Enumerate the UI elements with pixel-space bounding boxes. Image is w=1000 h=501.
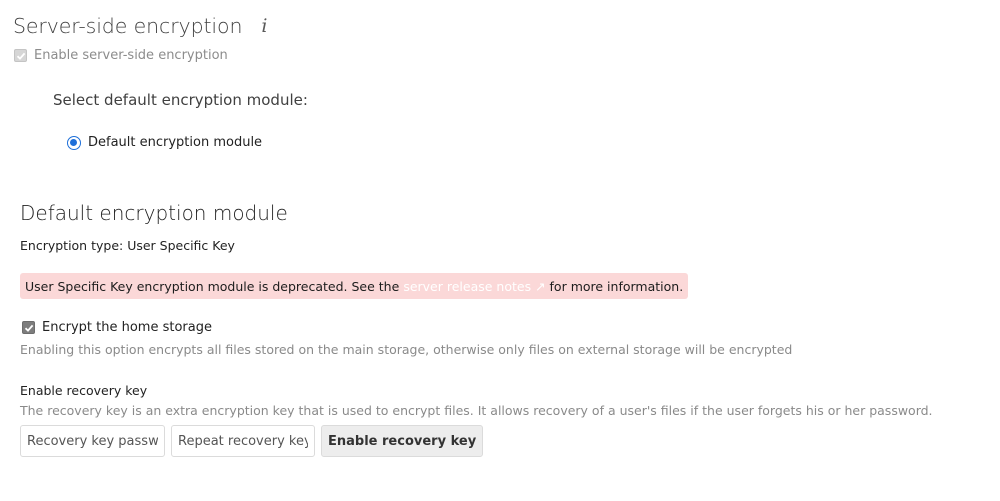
section-header: Server-side encryption i <box>13 14 270 38</box>
encrypt-home-checkbox[interactable] <box>22 321 35 334</box>
enable-sse-checkbox[interactable] <box>14 49 27 62</box>
recovery-key-form: Enable recovery key <box>20 425 484 457</box>
enable-recovery-key-button[interactable]: Enable recovery key <box>321 425 484 457</box>
recovery-password-input[interactable] <box>20 425 165 457</box>
deprecation-warning: User Specific Key encryption module is d… <box>20 273 689 299</box>
repeat-recovery-password-input[interactable] <box>171 425 315 457</box>
encrypt-home-label: Encrypt the home storage <box>42 320 212 335</box>
select-module-label: Select default encryption module: <box>53 91 308 109</box>
release-notes-link[interactable]: server release notes ↗ <box>403 279 545 294</box>
info-icon[interactable]: i <box>258 15 270 37</box>
enable-sse-checkbox-row[interactable]: Enable server-side encryption <box>14 48 228 63</box>
warning-text-before: User Specific Key encryption module is d… <box>25 278 400 294</box>
module-radio[interactable] <box>67 135 81 150</box>
encrypt-home-checkbox-row[interactable]: Encrypt the home storage <box>22 320 212 335</box>
module-radio-label: Default encryption module <box>88 135 263 150</box>
recovery-key-label: Enable recovery key <box>20 383 148 398</box>
encryption-type-text: Encryption type: User Specific Key <box>20 238 235 253</box>
module-radio-option[interactable]: Default encryption module <box>67 135 262 150</box>
encrypt-home-description: Enabling this option encrypts all files … <box>20 342 793 357</box>
warning-text-after: for more information. <box>549 278 684 294</box>
recovery-key-description: The recovery key is an extra encryption … <box>20 403 933 418</box>
page-title: Server-side encryption <box>13 14 243 38</box>
module-section-title: Default encryption module <box>20 201 288 225</box>
enable-sse-label: Enable server-side encryption <box>34 48 228 63</box>
